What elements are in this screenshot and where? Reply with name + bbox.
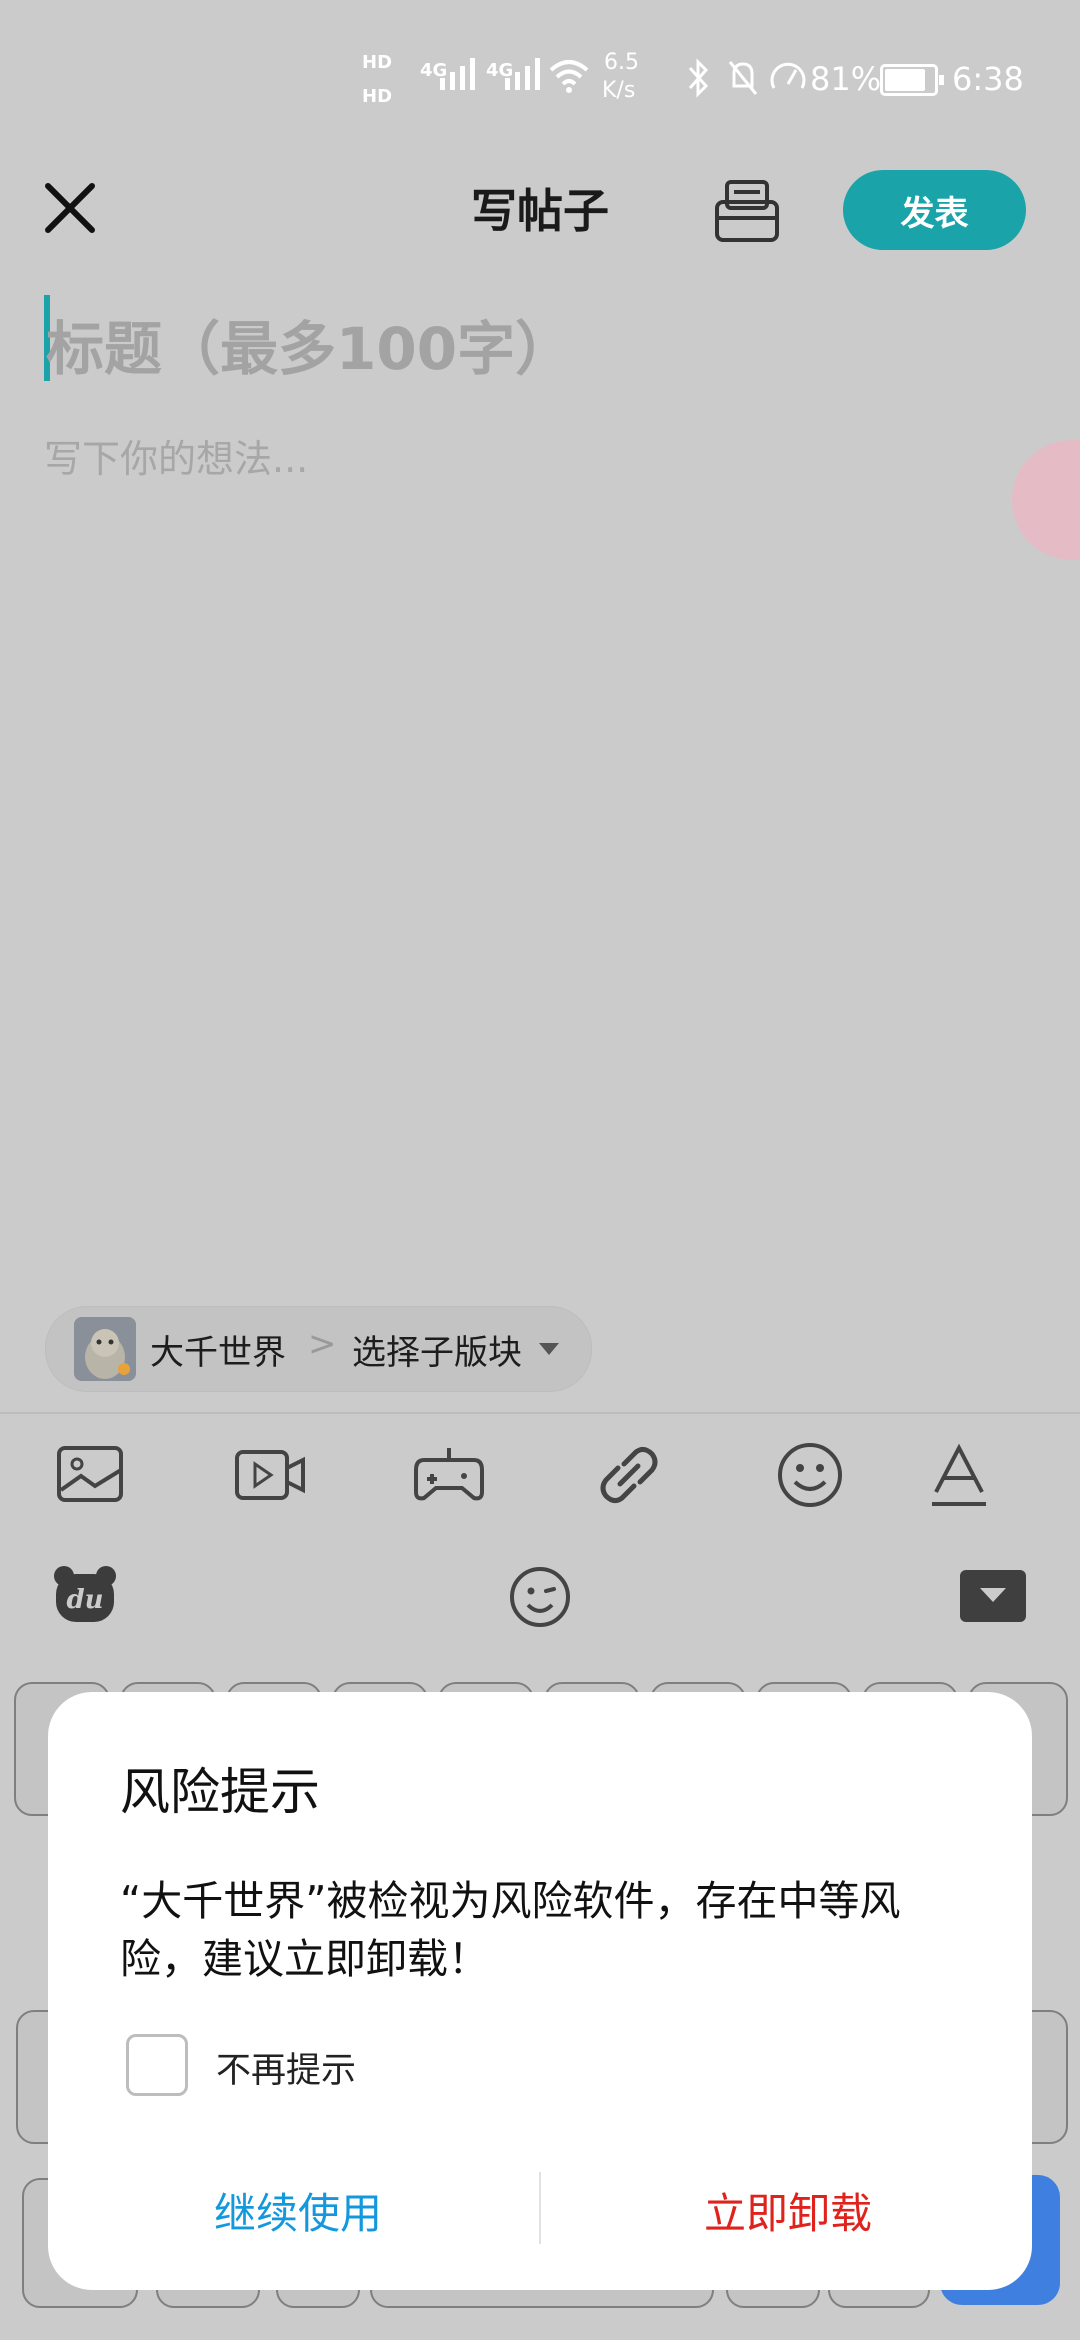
toolbar-divider (0, 1412, 1080, 1414)
bluetooth-icon (688, 58, 709, 98)
uninstall-now-button[interactable]: 立即卸载 (578, 2170, 998, 2250)
forum-selector-chip[interactable]: 大千世界 > 选择子版块 (45, 1306, 592, 1392)
close-icon[interactable] (40, 178, 100, 238)
net-speed-value: 6.5 (604, 50, 639, 75)
forum-name: 大千世界 (150, 1333, 286, 1373)
status-bar: HD HD 4G 4G 6.5 K/s 81% 6:38 (0, 0, 1080, 160)
post-title-input[interactable]: 标题（最多100字） (46, 302, 573, 386)
emoji-icon[interactable] (773, 1440, 847, 1510)
forum-avatar (74, 1317, 136, 1381)
risk-alert-dialog: 风险提示 “大千世界”被检视为风险软件，存在中等风险，建议立即卸载！ 不再提示 … (48, 1692, 1032, 2290)
link-icon[interactable] (592, 1440, 666, 1510)
post-body-input[interactable]: 写下你的想法... (44, 428, 308, 483)
continue-using-button[interactable]: 继续使用 (88, 2170, 508, 2250)
drafts-icon[interactable] (712, 178, 782, 244)
speedometer-icon (770, 62, 806, 89)
keyboard-logo-text: du (66, 1585, 103, 1615)
signal-icon-2 (505, 58, 540, 90)
net-speed-unit: K/s (602, 78, 636, 103)
clock: 6:38 (952, 60, 1024, 98)
signal-icon (440, 58, 475, 90)
hd-badge-1: HD (362, 52, 393, 73)
dont-remind-label: 不再提示 (216, 2051, 357, 2091)
chevron-right-icon: > (308, 1324, 337, 1364)
page-title: 写帖子 (471, 184, 609, 238)
game-icon[interactable] (412, 1440, 486, 1510)
text-format-icon[interactable] (922, 1440, 996, 1510)
image-icon[interactable] (55, 1440, 129, 1510)
dialog-button-divider (539, 2172, 541, 2244)
battery-icon (880, 64, 944, 96)
publish-button[interactable]: 发表 (843, 170, 1026, 250)
hd-badge-2: HD (362, 86, 393, 107)
dont-remind-checkbox[interactable] (126, 2034, 188, 2096)
keyboard-emoji-icon[interactable] (508, 1565, 572, 1629)
dialog-title: 风险提示 (120, 1763, 320, 1821)
wifi-icon (549, 60, 589, 93)
keyboard-collapse-button[interactable] (960, 1570, 1026, 1622)
subforum-selector[interactable]: 选择子版块 (352, 1325, 522, 1374)
dialog-message: “大千世界”被检视为风险软件，存在中等风险，建议立即卸载！ (120, 1877, 901, 1983)
floating-video-bubble[interactable] (1012, 440, 1080, 560)
battery-percent: 81% (810, 60, 882, 98)
mute-icon (728, 61, 758, 95)
keyboard-logo-icon[interactable]: du (52, 1564, 118, 1626)
video-icon[interactable] (233, 1440, 307, 1510)
dropdown-arrow-icon (539, 1343, 559, 1355)
